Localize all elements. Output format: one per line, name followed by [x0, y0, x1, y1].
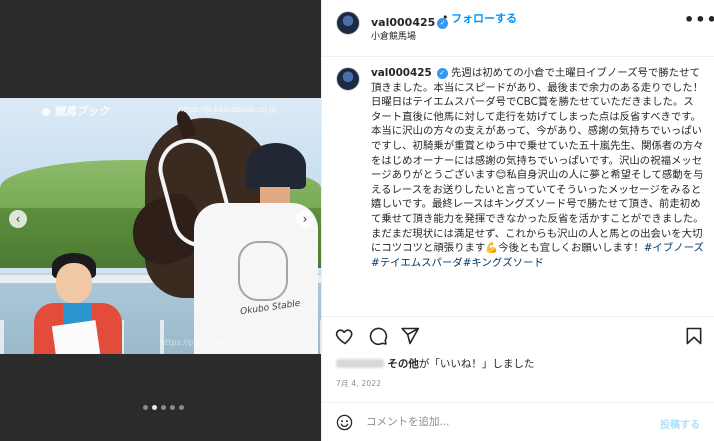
caption-avatar[interactable]: [336, 67, 360, 91]
carousel-dots: [143, 405, 184, 410]
watermark-url: https://p.keibabook.co.jp: [178, 105, 277, 114]
follow-button[interactable]: フォローする: [451, 10, 517, 26]
watermark-url-bottom: https://p.keibabook.co.jp: [160, 338, 259, 347]
watermark-logo: 競馬ブック: [42, 103, 109, 119]
groom: Okubo Stable: [190, 143, 320, 354]
jockey-face: [56, 263, 92, 303]
likes-others-link[interactable]: その他: [387, 358, 419, 370]
smile-emoji: 😊: [495, 169, 507, 182]
watermark-logo-text: 競馬ブック: [54, 105, 109, 118]
groom-helmet: [246, 143, 306, 189]
header-username[interactable]: val000425: [371, 16, 435, 29]
post-header: val000425✓ • フォローする 小倉競馬場 •••: [322, 0, 714, 57]
carousel-dot: [161, 405, 166, 410]
muscle-emoji: 💪: [485, 242, 499, 255]
location-link[interactable]: 小倉競馬場: [371, 29, 416, 42]
action-bar: [322, 316, 714, 352]
groom-shirt-dragon-print: [238, 241, 288, 301]
carousel-prev-button[interactable]: ‹: [9, 210, 27, 228]
more-options-icon[interactable]: •••: [684, 12, 714, 28]
header-username-wrap: val000425 ✓: [371, 11, 449, 30]
carousel-dot: [179, 405, 184, 410]
caption-username[interactable]: val000425: [371, 67, 432, 79]
comment-bar: 投稿する: [322, 402, 714, 441]
caption-body-1: 先週は初めての小倉で土曜日イブノーズ号で勝たせて頂きました。本当にスピードがあり…: [371, 67, 704, 182]
jockey-paper: [51, 320, 101, 354]
liker-username-blurred[interactable]: [336, 359, 384, 368]
caption-body-3: 今後とも宜しくお願いします！: [498, 242, 644, 255]
chevron-right-icon: ›: [302, 212, 308, 226]
jockey: [30, 243, 122, 354]
comment-icon[interactable]: [368, 326, 388, 346]
likes-suffix: が「いいね！」しました: [418, 358, 535, 370]
caption-area: val000425 ✓ 先週は初めての小倉で土曜日イブノーズ号で勝たせて頂きました…: [322, 57, 714, 316]
post-comment-button[interactable]: 投稿する: [660, 416, 700, 431]
verified-badge-icon: ✓: [436, 68, 448, 79]
post-date[interactable]: 7月 4, 2022: [336, 378, 381, 389]
chevron-left-icon: ‹: [15, 212, 21, 226]
media-pane: Okubo Stable 競馬ブック https://p.keibabook.c…: [0, 0, 321, 441]
comment-input[interactable]: [366, 412, 616, 432]
avatar[interactable]: [336, 11, 360, 35]
carousel-dot: [143, 405, 148, 410]
carousel-dot-active: [152, 405, 157, 410]
header-separator: •: [442, 11, 449, 24]
smiley-icon[interactable]: [336, 414, 353, 431]
post-photo[interactable]: Okubo Stable 競馬ブック https://p.keibabook.c…: [0, 98, 321, 354]
post-sidebar: val000425✓ • フォローする 小倉競馬場 ••• val000425✓…: [321, 0, 714, 441]
caption-text: val000425 ✓ 先週は初めての小倉で土曜日イブノーズ号で勝たせて頂きました…: [371, 66, 704, 270]
carousel-dot: [170, 405, 175, 410]
heart-icon[interactable]: [335, 326, 355, 346]
likes-summary: その他が「いいね！」しました: [336, 356, 534, 371]
bookmark-icon[interactable]: [684, 326, 704, 346]
carousel-next-button[interactable]: ›: [296, 210, 314, 228]
paper-plane-icon[interactable]: [400, 326, 420, 346]
